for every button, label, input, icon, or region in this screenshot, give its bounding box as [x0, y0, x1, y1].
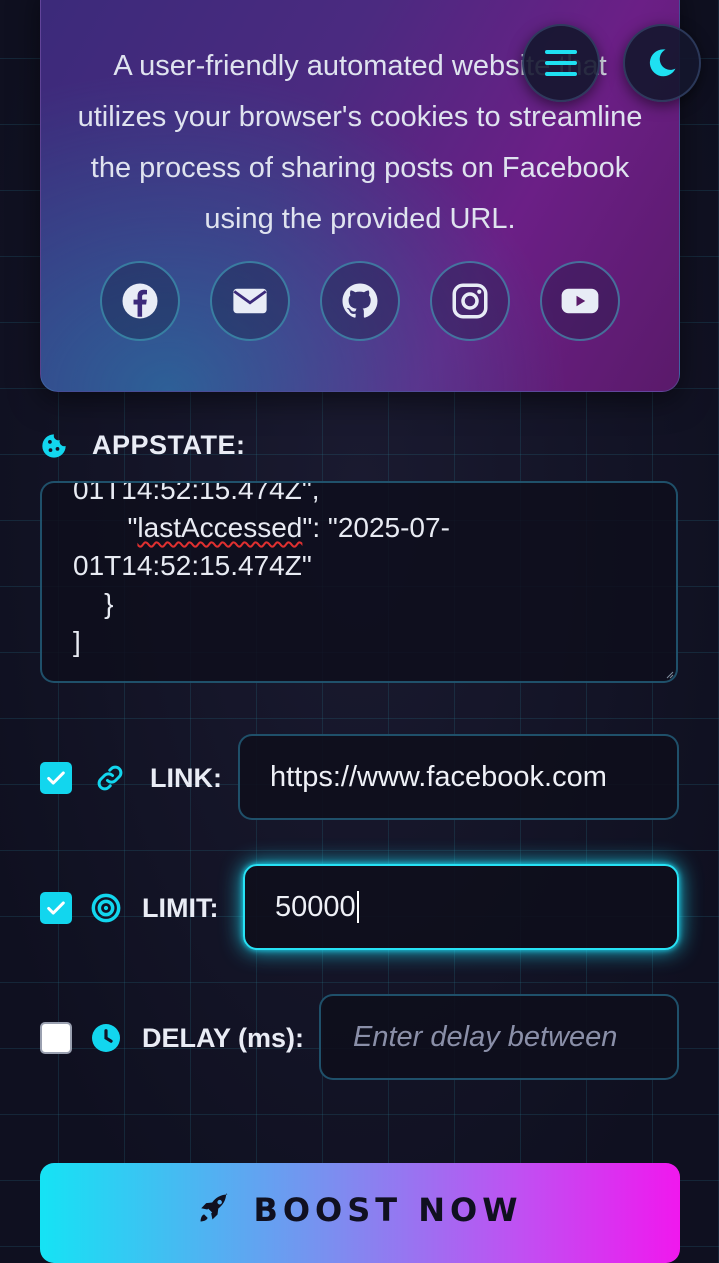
link-row: LINK:	[40, 762, 222, 794]
link-input[interactable]: https://www.facebook.com	[238, 734, 679, 820]
boost-now-label: BOOST NOW	[253, 1191, 523, 1229]
envelope-icon	[233, 288, 267, 314]
facebook-icon	[122, 283, 158, 319]
limit-row: LIMIT:	[40, 892, 218, 924]
appstate-label-row: APPSTATE:	[40, 430, 246, 461]
delay-input[interactable]: Enter delay between	[319, 994, 679, 1080]
youtube-link[interactable]	[540, 261, 620, 341]
rocket-icon	[200, 1193, 228, 1222]
appstate-textarea[interactable]: 01T14:52:15.474Z", "lastAccessed": "2025…	[40, 481, 678, 683]
hamburger-menu-icon	[545, 50, 577, 76]
email-link[interactable]	[210, 261, 290, 341]
youtube-icon	[561, 288, 599, 314]
delay-row: DELAY (ms):	[40, 1022, 304, 1054]
appstate-label: APPSTATE:	[92, 430, 246, 460]
link-label: LINK:	[150, 762, 222, 793]
facebook-link[interactable]	[100, 261, 180, 341]
clock-icon	[92, 1024, 120, 1052]
checkmark-icon	[47, 901, 65, 915]
delay-checkbox[interactable]	[40, 1022, 72, 1054]
social-links	[41, 261, 679, 341]
github-link[interactable]	[320, 261, 400, 341]
appstate-content: 01T14:52:15.474Z", "lastAccessed": "2025…	[73, 481, 450, 657]
instagram-icon	[452, 283, 488, 319]
link-checkbox[interactable]	[40, 762, 72, 794]
target-icon	[91, 893, 121, 923]
moon-icon	[649, 49, 676, 77]
limit-label: LIMIT:	[142, 892, 219, 923]
cookie-icon	[42, 433, 66, 458]
menu-button[interactable]	[522, 24, 600, 102]
link-icon	[97, 765, 123, 791]
instagram-link[interactable]	[430, 261, 510, 341]
delay-label: DELAY (ms):	[142, 1022, 305, 1053]
limit-checkbox[interactable]	[40, 892, 72, 924]
limit-value: 50000	[275, 890, 356, 923]
text-caret	[356, 891, 359, 923]
boost-now-button[interactable]: BOOST NOW	[40, 1163, 680, 1263]
checkmark-icon	[47, 771, 65, 785]
theme-toggle-button[interactable]	[623, 24, 701, 102]
limit-input[interactable]: 50000	[243, 864, 679, 950]
github-icon	[342, 283, 378, 318]
resize-handle-icon[interactable]	[666, 671, 674, 679]
